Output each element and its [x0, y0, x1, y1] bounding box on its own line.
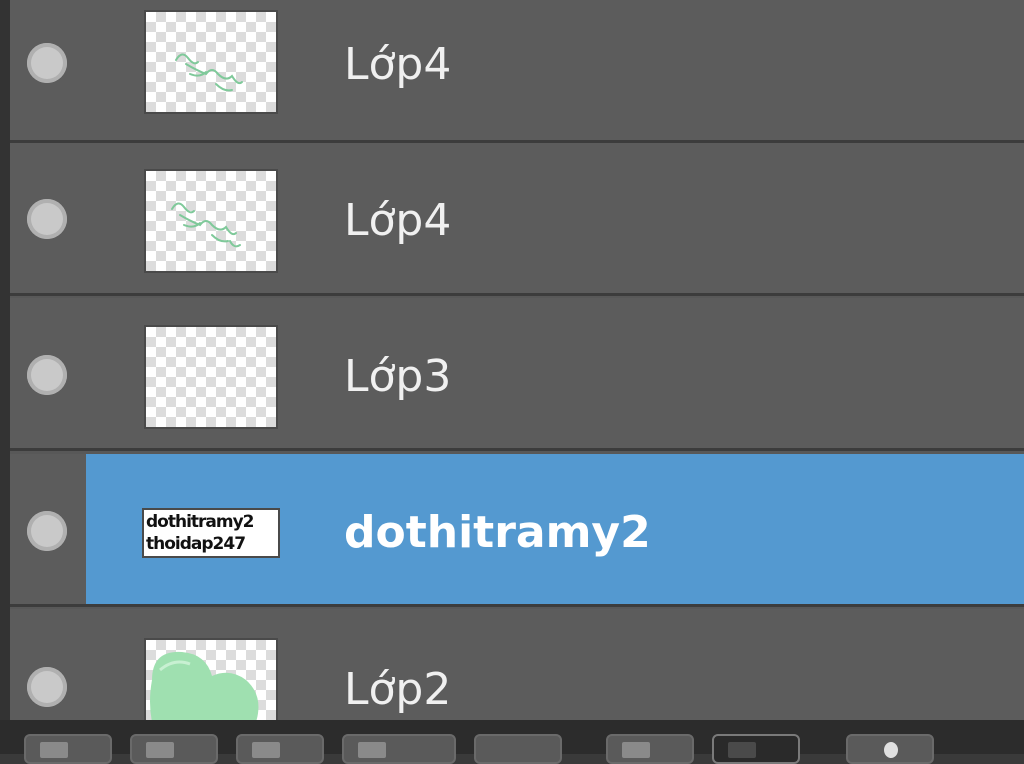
duplicate-layer-icon — [146, 742, 174, 758]
layers-panel: Lớp4 Lớp4 Lớp3 dothitramy2 thoidap247 do… — [0, 0, 1024, 764]
merge-layer-icon — [252, 742, 280, 758]
visibility-dot-icon[interactable] — [27, 199, 67, 239]
layer-name: Lớp4 — [344, 195, 452, 246]
layer-thumbnail — [144, 638, 278, 720]
layer-row[interactable]: Lớp2 — [10, 609, 1024, 720]
visibility-dot-icon[interactable] — [27, 511, 67, 551]
layer-row[interactable]: Lớp4 — [10, 0, 1024, 143]
layer-row[interactable]: Lớp3 — [10, 298, 1024, 451]
layer-thumbnail: dothitramy2 thoidap247 — [142, 508, 280, 558]
merge-layer-button[interactable] — [236, 734, 324, 764]
layer-thumbnail — [144, 10, 278, 114]
layer-thumbnail — [144, 325, 278, 429]
layer-name: dothitramy2 — [344, 507, 651, 558]
panel-left-edge — [0, 0, 10, 720]
layer-name: Lớp4 — [344, 39, 452, 90]
duplicate-layer-button[interactable] — [130, 734, 218, 764]
layer-row[interactable]: Lớp4 — [10, 143, 1024, 296]
layer-thumbnail — [144, 169, 278, 273]
thumbnail-text-line: thoidap247 — [146, 534, 246, 554]
delete-layer-icon — [884, 742, 898, 758]
folder-icon — [728, 742, 756, 758]
visibility-dot-icon[interactable] — [27, 667, 67, 707]
layer-name: Lớp3 — [344, 351, 452, 402]
thumbnail-text-line: dothitramy2 — [146, 512, 255, 532]
layers-bottom-toolbar — [0, 720, 1024, 764]
new-layer-button[interactable] — [24, 734, 112, 764]
mask-button[interactable] — [474, 734, 562, 764]
layer-name: Lớp2 — [344, 664, 452, 715]
folder-button[interactable] — [712, 734, 800, 764]
delete-layer-button[interactable] — [846, 734, 934, 764]
layer-row-selected[interactable]: dothitramy2 thoidap247 dothitramy2 — [10, 454, 1024, 607]
visibility-dot-icon[interactable] — [27, 355, 67, 395]
visibility-dot-icon[interactable] — [27, 43, 67, 83]
adjust-icon — [622, 742, 650, 758]
green-shape-icon — [150, 651, 259, 720]
mask-icon — [490, 742, 518, 758]
group-layer-button[interactable] — [342, 734, 456, 764]
group-layer-icon — [358, 742, 386, 758]
adjust-button[interactable] — [606, 734, 694, 764]
sketch-scribble-icon — [175, 53, 243, 92]
new-layer-icon — [40, 742, 68, 758]
sketch-scribble-icon — [171, 202, 241, 248]
